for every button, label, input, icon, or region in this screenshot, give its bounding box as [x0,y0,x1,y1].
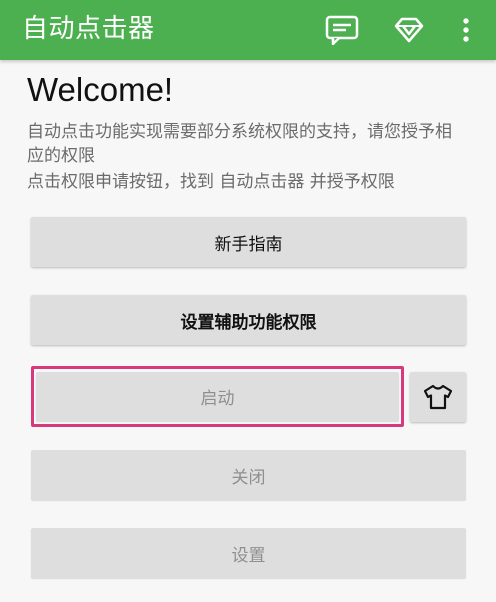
theme-button[interactable] [410,372,466,422]
welcome-heading: Welcome! [27,71,174,108]
app-bar: 自动点击器 [0,0,496,60]
shirt-icon [423,384,453,410]
permission-description: 自动点击功能实现需要部分系统权限的支持，请您授予相应的权限 [27,122,452,166]
accessibility-permission-button[interactable]: 设置辅助功能权限 [31,295,466,345]
start-button-highlight: 启动 [31,366,404,427]
app-title: 自动点击器 [22,14,155,44]
more-options-button[interactable] [446,7,486,53]
more-vert-icon [463,18,469,42]
feedback-button[interactable] [319,7,365,53]
settings-button[interactable]: 设置 [31,528,466,578]
diamond-icon [394,17,424,43]
close-button[interactable]: 关闭 [31,450,466,500]
permission-instruction: 点击权限申请按钮，找到 自动点击器 并授予权限 [27,172,395,192]
guide-button[interactable]: 新手指南 [31,217,466,267]
feedback-icon [325,15,359,45]
start-button[interactable]: 启动 [36,372,399,421]
premium-button[interactable] [386,7,432,53]
